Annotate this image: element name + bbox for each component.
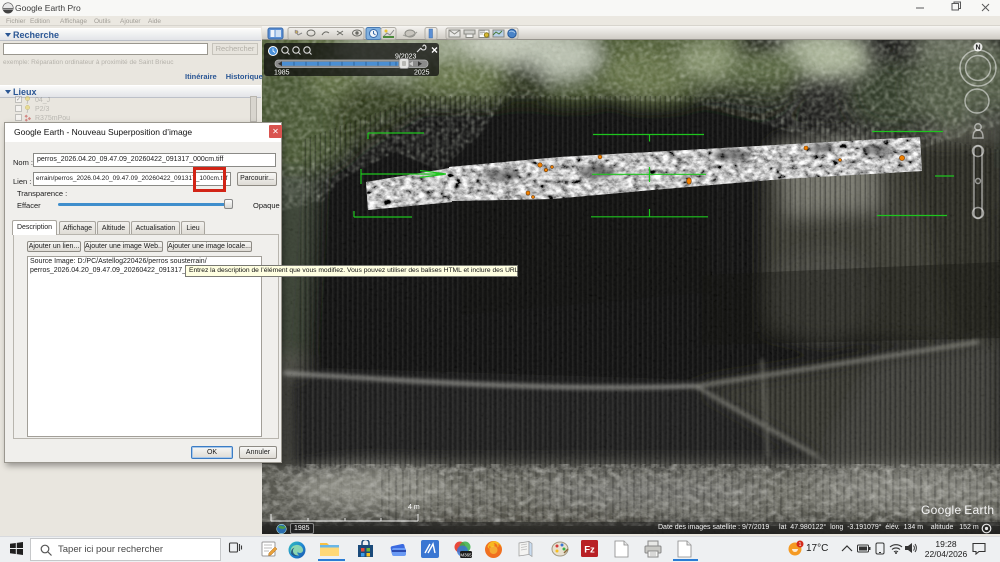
- svg-text:1985: 1985: [274, 70, 290, 77]
- svg-text:N: N: [975, 45, 980, 52]
- svg-text:4 m: 4 m: [408, 504, 420, 511]
- svg-text:Fz: Fz: [584, 545, 595, 556]
- svg-text:2025: 2025: [414, 70, 430, 77]
- svg-text:1: 1: [799, 542, 802, 548]
- svg-text:M365: M365: [460, 553, 472, 558]
